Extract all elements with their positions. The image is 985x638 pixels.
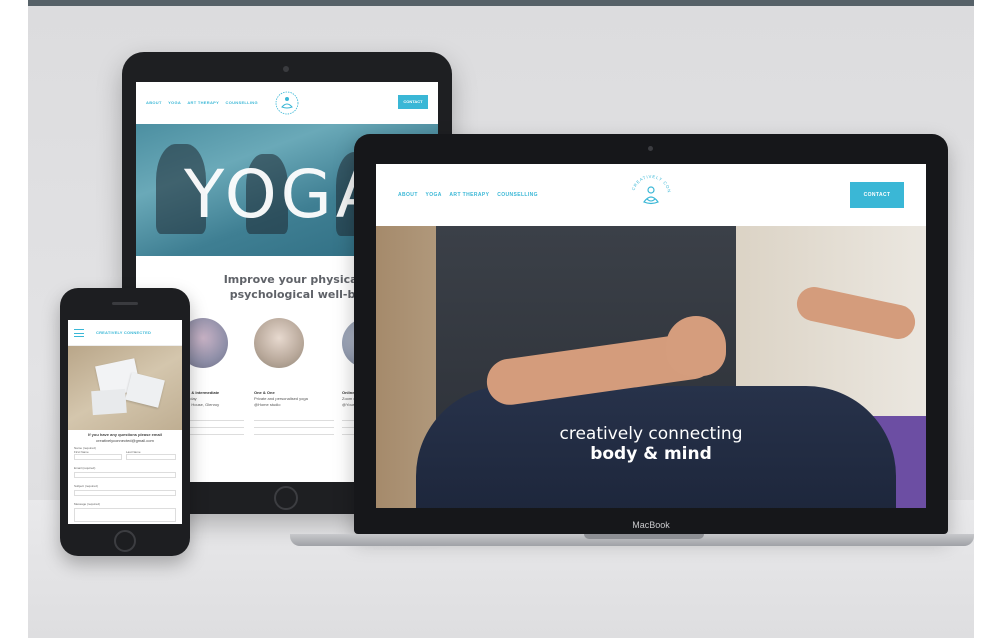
nav-art-therapy[interactable]: ART THERAPY [449,192,489,198]
laptop-hero-image: creatively connecting body & mind [376,226,926,508]
phone-device: CREATIVELY CONNECTED If you have any que… [60,288,190,556]
laptop-screen: ABOUT YOGA ART THERAPY COUNSELLING CREAT… [376,164,926,508]
tablet-nav-about[interactable]: ABOUT [146,100,162,105]
laptop-camera [648,146,653,151]
logo-text: CREATIVELY CONNECTED [626,170,671,194]
form-label-subject: Subject (required) [74,484,98,488]
tablet-nav-links: ABOUT YOGA ART THERAPY COUNSELLING [146,100,263,105]
contact-button[interactable]: CONTACT [850,182,904,208]
tablet-class-caption: s & Intermediate nday e House, Glenroy [188,390,220,407]
tablet-camera [283,66,289,72]
meditation-logo-icon[interactable] [274,90,300,116]
tablet-divider-lines [188,420,244,440]
nav-yoga[interactable]: YOGA [425,192,441,198]
phone-speaker [112,302,138,305]
hamburger-menu-icon[interactable] [74,329,84,337]
tablet-divider-lines [254,420,334,440]
tablet-class-caption: One & One Private and personalised yoga … [254,390,308,407]
phone-nav-bar: CREATIVELY CONNECTED [68,320,182,346]
first-name-input[interactable] [74,454,122,460]
tablet-nav-yoga[interactable]: YOGA [168,100,181,105]
meditation-logo-icon[interactable]: CREATIVELY CONNECTED [626,170,676,220]
email-input[interactable] [74,472,176,478]
laptop-nav-bar: ABOUT YOGA ART THERAPY COUNSELLING CREAT… [376,164,926,226]
nav-counselling[interactable]: COUNSELLING [497,192,538,198]
top-bar [28,0,974,6]
phone-business-cards-image [68,346,182,476]
nav-about[interactable]: ABOUT [398,192,418,198]
phone-screen: CREATIVELY CONNECTED If you have any que… [68,320,182,524]
subject-input[interactable] [74,490,176,496]
phone-contact-prompt: If you have any questions please email c… [88,432,162,443]
tablet-nav-counselling[interactable]: COUNSELLING [226,100,258,105]
laptop-device: ABOUT YOGA ART THERAPY COUNSELLING CREAT… [354,134,948,534]
last-name-input[interactable] [126,454,176,460]
phone-email-link[interactable]: creativelyconnected@gmail.com [96,438,154,443]
phone-home-button[interactable] [114,530,136,552]
phone-brand[interactable]: CREATIVELY CONNECTED [96,330,151,335]
mockup-scene: ABOUT YOGA ART THERAPY COUNSELLING CONTA… [28,0,974,638]
tablet-nav-bar: ABOUT YOGA ART THERAPY COUNSELLING CONTA… [136,82,438,124]
tablet-contact-button[interactable]: CONTACT [398,95,428,109]
svg-text:CREATIVELY CONNECTED: CREATIVELY CONNECTED [626,170,672,194]
hero-tagline-line1: creatively connecting [559,424,743,444]
hero-tagline-line2: body & mind [590,444,712,464]
laptop-brand-label: MacBook [632,520,670,530]
laptop-nav-links: ABOUT YOGA ART THERAPY COUNSELLING [398,192,544,198]
tablet-home-button[interactable] [274,486,298,510]
form-label-message: Message (required) [74,502,101,506]
laptop-notch [584,534,704,539]
message-textarea[interactable] [74,508,176,522]
tablet-class-image[interactable] [254,318,304,368]
tablet-nav-art-therapy[interactable]: ART THERAPY [187,100,219,105]
form-label-email: Email (required) [74,466,96,470]
